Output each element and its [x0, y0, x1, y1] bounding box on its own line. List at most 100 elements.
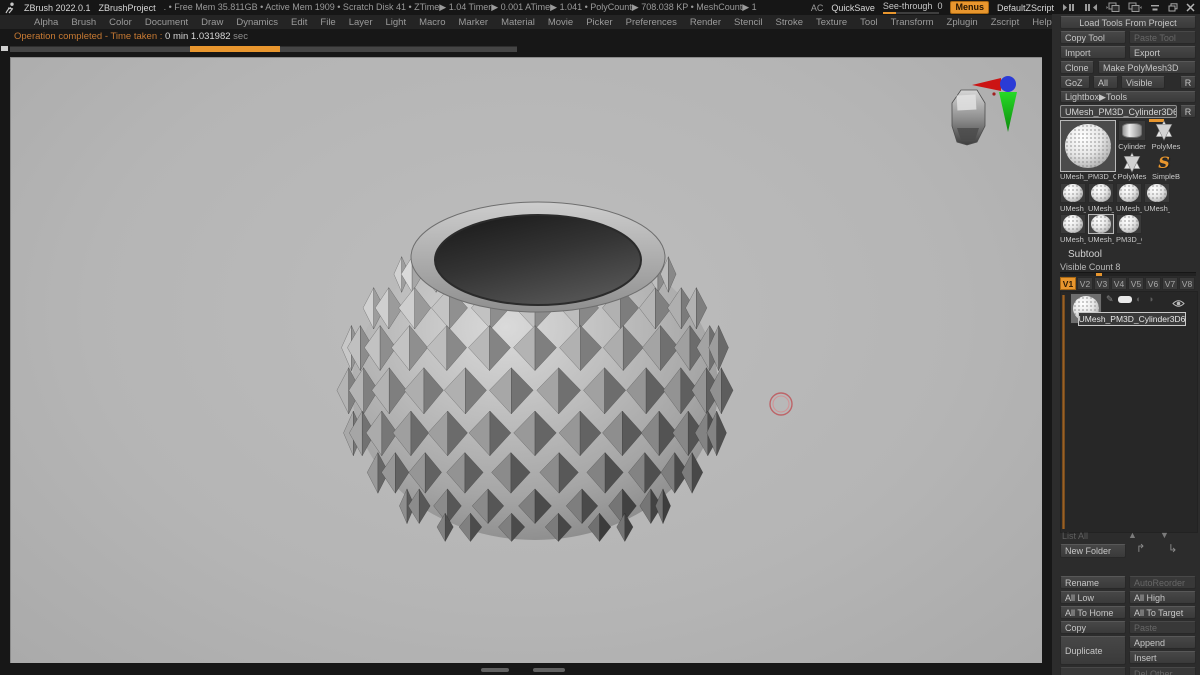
sculpt-mesh[interactable]	[336, 201, 734, 543]
recent-tool-thumb[interactable]	[1116, 214, 1142, 234]
all-high-button[interactable]: All High	[1129, 591, 1196, 604]
active-tool-thumbnail[interactable]	[1060, 120, 1116, 172]
subtool-tab-v5[interactable]: V5	[1128, 277, 1144, 290]
tool-restore-button[interactable]: R	[1180, 105, 1196, 118]
goz-button[interactable]: GoZ	[1060, 76, 1090, 89]
see-through-slider[interactable]: See-through 0	[882, 1, 942, 14]
divider-left-bar[interactable]	[481, 668, 509, 672]
store-config-icon[interactable]	[1106, 2, 1120, 13]
recent-tool-thumb[interactable]	[1144, 183, 1170, 203]
load-tools-from-project-button[interactable]: Load Tools From Project	[1060, 16, 1196, 29]
camera-head-icon[interactable]	[951, 89, 986, 146]
folder-move-in-icon[interactable]: ↳	[1168, 544, 1177, 555]
restore-window-button[interactable]	[1168, 3, 1178, 12]
subtool-tab-v3[interactable]: V3	[1094, 277, 1110, 290]
visible-count-slider-handle[interactable]	[1096, 273, 1102, 276]
menu-alpha[interactable]: Alpha	[34, 17, 58, 28]
axis-z-sphere[interactable]	[1000, 76, 1016, 92]
menu-picker[interactable]: Picker	[586, 17, 612, 28]
subtool-tab-v1[interactable]: V1	[1060, 277, 1076, 290]
subtool-move-down-icon[interactable]: ▼	[1160, 531, 1169, 540]
quickpick-polymesh-2[interactable]	[1118, 152, 1146, 173]
goz-r-button[interactable]: R	[1180, 76, 1196, 89]
export-button[interactable]: Export	[1129, 46, 1196, 59]
default-zscript-button[interactable]: DefaultZScript	[997, 3, 1054, 13]
see-through-track[interactable]	[882, 12, 939, 14]
all-to-target-button[interactable]: All To Target	[1129, 606, 1196, 619]
viewport-canvas[interactable]	[10, 57, 1042, 663]
subtool-tab-v6[interactable]: V6	[1145, 277, 1161, 290]
subtool-tab-v8[interactable]: V8	[1179, 277, 1195, 290]
menu-file[interactable]: File	[320, 17, 335, 28]
subtool-scrollbar[interactable]	[1062, 295, 1065, 529]
all-low-button[interactable]: All Low	[1060, 591, 1126, 604]
copy-subtool-button[interactable]: Copy	[1060, 621, 1126, 634]
subtool-tab-v4[interactable]: V4	[1111, 277, 1127, 290]
expand-right-tray-icon[interactable]	[1084, 3, 1098, 12]
menu-brush[interactable]: Brush	[71, 17, 96, 28]
subtool-item-name[interactable]: UMesh_PM3D_Cylinder3D6	[1078, 312, 1186, 326]
menu-document[interactable]: Document	[145, 17, 188, 28]
subtool-header[interactable]: Subtool	[1068, 249, 1102, 260]
insert-button[interactable]: Insert	[1129, 651, 1196, 664]
recent-tool-thumb[interactable]	[1060, 214, 1086, 234]
menu-render[interactable]: Render	[690, 17, 721, 28]
subtool-tab-v2[interactable]: V2	[1077, 277, 1093, 290]
minimize-button[interactable]	[1150, 3, 1160, 12]
viewport-scene[interactable]	[11, 58, 1043, 664]
menu-zscript[interactable]: Zscript	[991, 17, 1020, 28]
menu-macro[interactable]: Macro	[419, 17, 445, 28]
menu-texture[interactable]: Texture	[816, 17, 847, 28]
menu-light[interactable]: Light	[385, 17, 406, 28]
append-button[interactable]: Append	[1129, 636, 1196, 649]
all-to-home-button[interactable]: All To Home	[1060, 606, 1126, 619]
menu-edit[interactable]: Edit	[291, 17, 307, 28]
rename-button[interactable]: Rename	[1060, 576, 1126, 589]
quicksave-button[interactable]: QuickSave	[831, 3, 875, 13]
subtool-tab-v7[interactable]: V7	[1162, 277, 1178, 290]
recent-tool-thumb[interactable]	[1060, 183, 1086, 203]
menu-stencil[interactable]: Stencil	[734, 17, 763, 28]
menus-button[interactable]: Menus	[950, 1, 989, 14]
clone-button[interactable]: Clone	[1060, 61, 1094, 74]
quickpick-simplebrush[interactable]: S	[1150, 152, 1178, 173]
lightbox-tools-button[interactable]: Lightbox▶Tools	[1060, 91, 1196, 103]
shader-crescent-right-icon[interactable]: ◑	[1148, 295, 1153, 304]
divider-right-bar[interactable]	[533, 668, 565, 672]
menu-help[interactable]: Help	[1032, 17, 1052, 28]
quickpick-polymesh-1[interactable]	[1150, 120, 1178, 141]
menu-draw[interactable]: Draw	[201, 17, 223, 28]
axis-y-arrow[interactable]	[999, 92, 1017, 132]
new-folder-button[interactable]: New Folder	[1060, 544, 1126, 558]
menu-layer[interactable]: Layer	[349, 17, 373, 28]
subtool-list[interactable]	[1060, 291, 1198, 533]
visibility-eye-icon[interactable]	[1172, 295, 1185, 313]
visible-count-slider[interactable]	[1060, 272, 1196, 276]
folder-move-out-icon[interactable]: ↱	[1136, 544, 1145, 555]
quickpick-cylinder[interactable]	[1118, 120, 1146, 141]
shader-pill-icon[interactable]	[1118, 296, 1132, 303]
menu-dynamics[interactable]: Dynamics	[236, 17, 278, 28]
close-button[interactable]	[1186, 3, 1195, 12]
axis-x-arrow[interactable]	[972, 78, 1001, 91]
recent-tool-thumb[interactable]	[1088, 183, 1114, 203]
recent-tool-thumb-selected[interactable]	[1088, 214, 1114, 234]
menu-preferences[interactable]: Preferences	[626, 17, 677, 28]
divider-up-icon[interactable]	[513, 667, 521, 675]
polypaint-pen-icon[interactable]: ✎	[1106, 295, 1114, 304]
subtool-move-up-icon[interactable]: ▲	[1128, 531, 1137, 540]
import-button[interactable]: Import	[1060, 46, 1126, 59]
shader-crescent-left-icon[interactable]: ◐	[1136, 295, 1141, 304]
menu-zplugin[interactable]: Zplugin	[947, 17, 978, 28]
goz-all-button[interactable]: All	[1093, 76, 1118, 89]
restore-config-icon[interactable]	[1128, 2, 1142, 13]
menu-material[interactable]: Material	[501, 17, 535, 28]
make-polymesh3d-button[interactable]: Make PolyMesh3D	[1098, 61, 1196, 74]
menu-color[interactable]: Color	[109, 17, 132, 28]
menu-tool[interactable]: Tool	[860, 17, 877, 28]
menu-transform[interactable]: Transform	[891, 17, 934, 28]
active-tool-name-field[interactable]: UMesh_PM3D_Cylinder3D6..	[1060, 105, 1177, 118]
divider-down-icon[interactable]	[523, 667, 531, 675]
goz-visible-button[interactable]: Visible	[1121, 76, 1165, 89]
copy-tool-button[interactable]: Copy Tool	[1060, 31, 1126, 44]
